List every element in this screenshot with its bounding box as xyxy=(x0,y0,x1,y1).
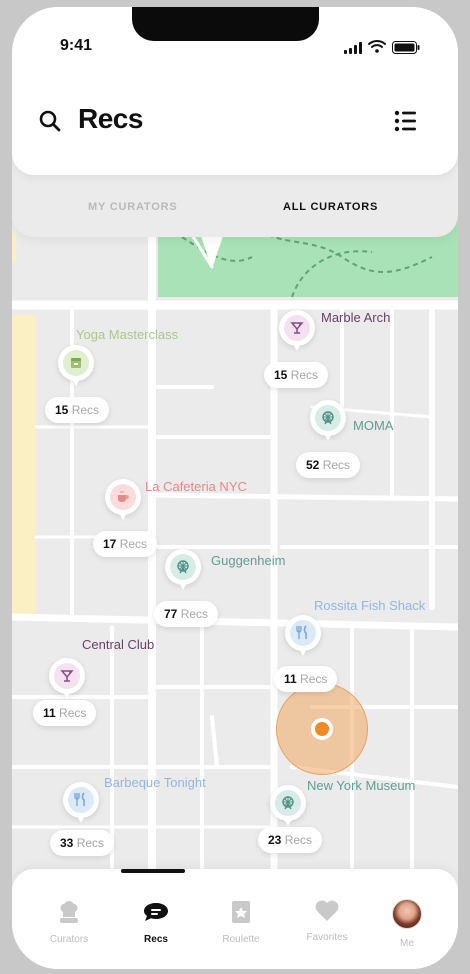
coffee-icon xyxy=(110,484,136,510)
fork-knife-icon xyxy=(68,787,94,813)
device-notch xyxy=(132,7,319,41)
ferris-wheel-icon xyxy=(275,790,301,816)
tab-roulette[interactable]: Roulette xyxy=(206,899,276,945)
place-label-rossita-fish-shack: Rossita Fish Shack xyxy=(314,598,426,613)
recs-count-moma: 52 Recs xyxy=(296,452,361,478)
place-label-yoga-masterclass: Yoga Masterclass xyxy=(76,327,179,342)
status-time: 9:41 xyxy=(60,37,93,54)
chef-hat-icon xyxy=(56,901,82,929)
cellular-signal-icon xyxy=(344,41,364,59)
place-label-marble-arch: Marble Arch xyxy=(321,310,391,325)
avatar xyxy=(392,899,422,929)
search-icon[interactable] xyxy=(38,109,62,138)
roulette-card-icon xyxy=(228,901,254,929)
chat-bubble-icon xyxy=(142,903,170,929)
tab-label-favorites: Favorites xyxy=(306,932,348,943)
place-label-central-club: Central Club xyxy=(82,637,155,652)
phone-frame: 15 Recs Marble Arch 15 Recs Yoga Masterc… xyxy=(12,7,458,969)
cocktail-icon xyxy=(54,663,80,689)
place-label-barbeque-tonight: Barbeque Tonight xyxy=(104,775,206,790)
tab-my-curators[interactable]: MY CURATORS xyxy=(88,201,177,213)
heart-icon xyxy=(314,900,340,927)
cocktail-icon xyxy=(284,315,310,341)
place-label-la-cafeteria: La Cafeteria NYC xyxy=(145,479,247,494)
current-location-marker xyxy=(276,683,368,775)
place-label-new-york-museum: New York Museum xyxy=(307,778,416,793)
bottom-tab-bar: Curators Recs Roulette Favorites Me xyxy=(12,869,458,969)
active-tab-indicator xyxy=(121,869,185,873)
tab-label-recs: Recs xyxy=(144,934,168,945)
recs-count-barbeque-tonight: 33 Recs xyxy=(50,830,115,856)
recs-count-la-cafeteria: 17 Recs xyxy=(93,531,158,557)
battery-icon xyxy=(392,41,420,59)
tab-recs[interactable]: Recs xyxy=(121,899,191,945)
recs-count-central-club: 11 Recs xyxy=(33,700,97,726)
recs-count-marble-arch: 15 Recs xyxy=(264,362,329,388)
tab-label-roulette: Roulette xyxy=(222,934,260,945)
tab-label-curators: Curators xyxy=(49,934,89,945)
fork-knife-icon xyxy=(290,620,316,646)
ferris-wheel-icon xyxy=(170,554,196,580)
wifi-icon xyxy=(368,39,386,58)
tab-curators[interactable]: Curators xyxy=(34,899,104,945)
tab-all-curators[interactable]: ALL CURATORS xyxy=(283,201,378,213)
recs-count-yoga-masterclass: 15 Recs xyxy=(45,397,110,423)
place-label-moma: MOMA xyxy=(353,418,394,433)
recs-count-rossita-fish-shack: 11 Recs xyxy=(274,666,338,692)
ferris-wheel-icon xyxy=(315,405,341,431)
tab-label-me: Me xyxy=(400,938,414,949)
recs-count-new-york-museum: 23 Recs xyxy=(258,827,323,853)
page-title: Recs xyxy=(78,103,143,134)
store-icon xyxy=(63,350,89,376)
place-label-guggenheim: Guggenheim xyxy=(211,553,286,568)
list-view-icon[interactable] xyxy=(394,109,418,138)
tab-favorites[interactable]: Favorites xyxy=(292,899,362,943)
recs-count-guggenheim: 77 Recs xyxy=(154,601,219,627)
tab-me[interactable]: Me xyxy=(372,899,442,949)
